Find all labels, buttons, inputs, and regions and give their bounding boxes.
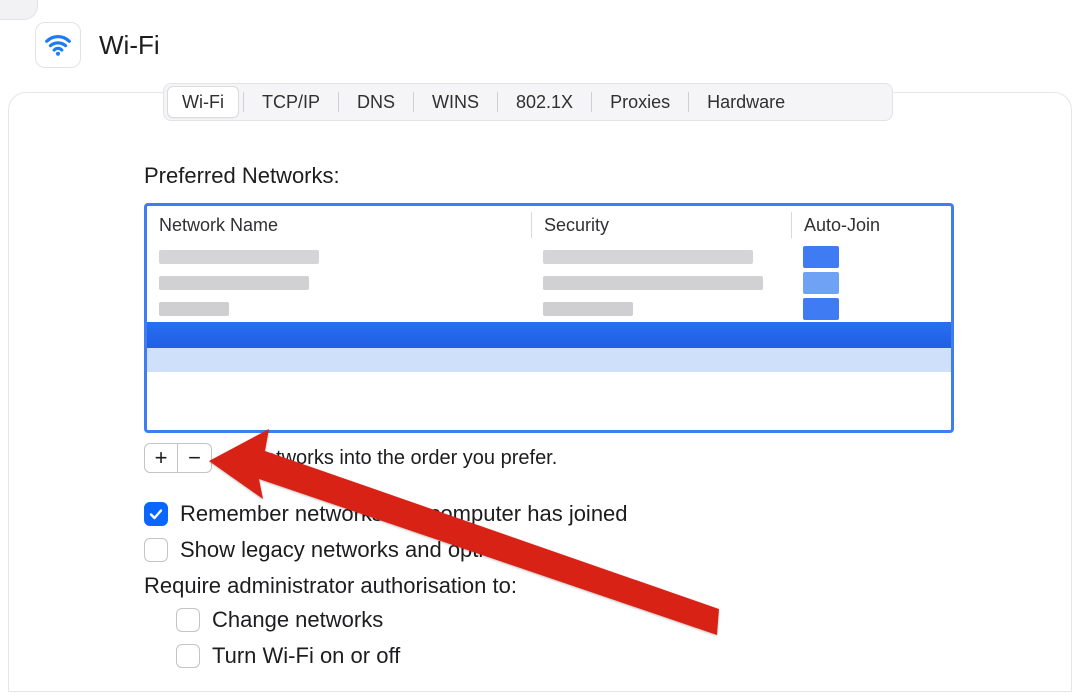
preferred-networks-table[interactable]: Network Name Security Auto-Join [144,203,954,433]
options-list: Remember networks this computer has join… [144,501,954,669]
preferred-networks-section: Preferred Networks: Network Name Securit… [144,163,954,679]
legacy-networks-label: Show legacy networks and options [180,537,519,563]
change-networks-label: Change networks [212,607,383,633]
table-body[interactable] [147,244,951,372]
tab-dns[interactable]: DNS [343,86,409,118]
tab-hardware[interactable]: Hardware [693,86,799,118]
table-controls: + − ag networks into the order you prefe… [144,443,954,473]
tab-separator [688,92,689,112]
table-row[interactable] [147,244,951,270]
tab-separator [497,92,498,112]
turn-wifi-row: Turn Wi-Fi on or off [176,643,954,669]
tab-separator [338,92,339,112]
window-header: Wi-Fi [35,22,160,68]
settings-panel: Wi-Fi TCP/IP DNS WINS 802.1X Proxies Har… [8,92,1072,692]
tab-separator [591,92,592,112]
wifi-icon [35,22,81,68]
add-network-button[interactable]: + [144,443,178,473]
tab-separator [413,92,414,112]
column-security[interactable]: Security [531,212,791,238]
browser-tab-stub [0,0,38,20]
table-row[interactable] [147,348,951,372]
change-networks-checkbox[interactable] [176,608,200,632]
turn-wifi-label: Turn Wi-Fi on or off [212,643,400,669]
preferred-networks-heading: Preferred Networks: [144,163,954,189]
table-row-selected[interactable] [147,322,951,348]
table-row[interactable] [147,270,951,296]
tab-separator [243,92,244,112]
change-networks-row: Change networks [176,607,954,633]
column-auto-join[interactable]: Auto-Join [791,212,951,238]
tab-wins[interactable]: WINS [418,86,493,118]
turn-wifi-checkbox[interactable] [176,644,200,668]
tab-wifi[interactable]: Wi-Fi [167,86,239,118]
table-header: Network Name Security Auto-Join [147,206,951,244]
tab-proxies[interactable]: Proxies [596,86,684,118]
legacy-networks-checkbox[interactable] [144,538,168,562]
remember-networks-row: Remember networks this computer has join… [144,501,954,527]
column-network-name[interactable]: Network Name [147,212,531,238]
page-title: Wi-Fi [99,30,160,61]
remember-networks-checkbox[interactable] [144,502,168,526]
tab-8021x[interactable]: 802.1X [502,86,587,118]
tab-bar: Wi-Fi TCP/IP DNS WINS 802.1X Proxies Har… [163,83,893,121]
remove-network-button[interactable]: − [178,443,212,473]
drag-hint-text: ag networks into the order you prefer. [226,447,557,470]
table-row[interactable] [147,296,951,322]
admin-auth-heading: Require administrator authorisation to: [144,573,954,599]
legacy-networks-row: Show legacy networks and options [144,537,954,563]
tab-tcpip[interactable]: TCP/IP [248,86,334,118]
remember-networks-label: Remember networks this computer has join… [180,501,628,527]
